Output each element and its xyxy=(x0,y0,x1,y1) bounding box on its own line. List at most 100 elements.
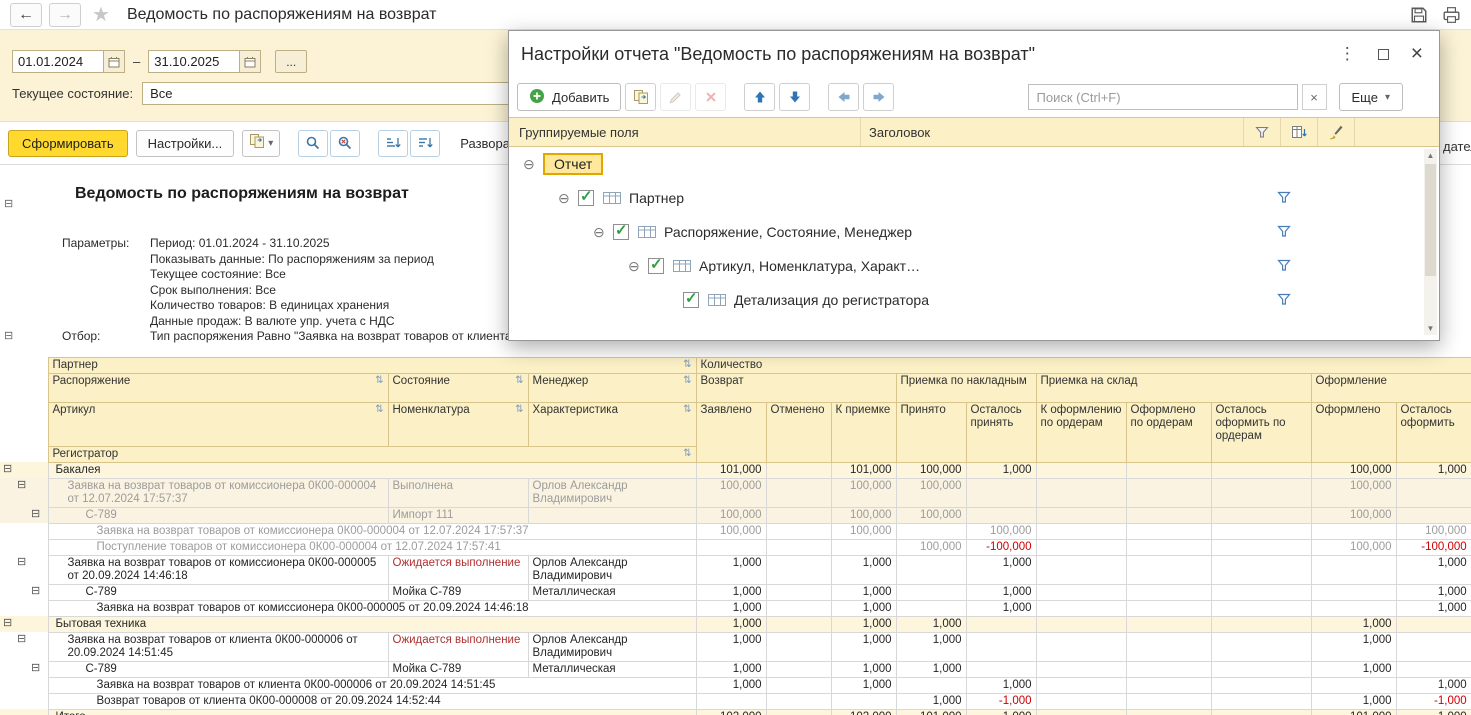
group-fields-icon[interactable] xyxy=(625,83,656,111)
add-button[interactable]: Добавить xyxy=(517,83,621,111)
header-col[interactable]: Отменено xyxy=(766,402,831,462)
conditional-appearance-brush-icon[interactable] xyxy=(1318,118,1355,146)
value-cell[interactable] xyxy=(766,478,831,507)
move-down-icon[interactable] xyxy=(779,83,810,111)
order-name-cell[interactable]: Заявка на возврат товаров от клиента 0К0… xyxy=(48,632,388,661)
value-cell[interactable]: 100,000 xyxy=(896,507,966,523)
article-cell[interactable]: С-789 xyxy=(48,584,388,600)
sort-descending-icon[interactable] xyxy=(410,130,440,157)
value-cell[interactable] xyxy=(1036,507,1126,523)
value-cell[interactable] xyxy=(766,462,831,478)
value-cell[interactable]: 1,000 xyxy=(966,462,1036,478)
value-cell[interactable]: 1,000 xyxy=(696,600,766,616)
value-cell[interactable] xyxy=(1126,462,1211,478)
tree-row[interactable]: ⊖Отчет xyxy=(509,147,1439,181)
value-cell[interactable] xyxy=(766,709,831,715)
state-cell[interactable]: Ожидается выполнение xyxy=(388,555,528,584)
value-cell[interactable] xyxy=(1126,523,1211,539)
value-cell[interactable] xyxy=(1311,600,1396,616)
collapse-expander-icon[interactable]: ⊟ xyxy=(31,585,40,597)
value-cell[interactable]: 102,000 xyxy=(696,709,766,715)
collapse-expander-icon[interactable]: ⊖ xyxy=(558,190,578,207)
value-cell[interactable] xyxy=(1211,523,1311,539)
filter-icon[interactable] xyxy=(1277,293,1291,306)
header-col[interactable]: Оформлено xyxy=(1311,402,1396,462)
value-cell[interactable] xyxy=(1211,600,1311,616)
column-settings-icon[interactable] xyxy=(1281,118,1318,146)
value-cell[interactable] xyxy=(1396,478,1471,507)
header-characteristic[interactable]: ⇅Характеристика xyxy=(528,402,696,446)
checkbox[interactable]: ✓ xyxy=(613,224,629,240)
value-cell[interactable] xyxy=(1396,507,1471,523)
value-cell[interactable]: 1,000 xyxy=(1396,555,1471,584)
grouped-fields-column-header[interactable]: Группируемые поля xyxy=(509,118,861,146)
save-icon[interactable] xyxy=(1410,6,1428,24)
value-cell[interactable] xyxy=(766,616,831,632)
header-col[interactable]: Осталось принять xyxy=(966,402,1036,462)
search-icon[interactable] xyxy=(298,130,328,157)
value-cell[interactable] xyxy=(1036,478,1126,507)
collapse-expander-icon[interactable]: ⊟ xyxy=(17,556,26,568)
value-cell[interactable] xyxy=(766,507,831,523)
collapse-expander-icon[interactable]: ⊟ xyxy=(31,662,40,674)
value-cell[interactable]: 100,000 xyxy=(896,462,966,478)
value-cell[interactable]: 100,000 xyxy=(1396,523,1471,539)
sort-icon[interactable]: ⇅ xyxy=(683,375,691,387)
move-up-icon[interactable] xyxy=(744,83,775,111)
value-cell[interactable] xyxy=(831,693,896,709)
value-cell[interactable]: 100,000 xyxy=(696,507,766,523)
collapse-expander-icon[interactable]: ⊖ xyxy=(593,224,613,241)
filter-icon[interactable] xyxy=(1277,225,1291,238)
value-cell[interactable] xyxy=(1126,584,1211,600)
value-cell[interactable]: 1,000 xyxy=(831,584,896,600)
value-cell[interactable]: 1,000 xyxy=(1396,584,1471,600)
date-from-input[interactable] xyxy=(12,50,104,73)
value-cell[interactable]: 1,000 xyxy=(1311,693,1396,709)
value-cell[interactable] xyxy=(1126,709,1211,715)
value-cell[interactable]: 1,000 xyxy=(896,693,966,709)
value-cell[interactable] xyxy=(896,555,966,584)
value-cell[interactable]: 100,000 xyxy=(896,478,966,507)
header-manager[interactable]: ⇅Менеджер xyxy=(528,373,696,402)
header-nomenclature[interactable]: ⇅Номенклатура xyxy=(388,402,528,446)
filter-icon[interactable] xyxy=(1277,259,1291,272)
article-cell[interactable]: С-789 xyxy=(48,507,388,523)
filter-icon[interactable] xyxy=(1244,118,1281,146)
value-cell[interactable]: 1,000 xyxy=(966,600,1036,616)
value-cell[interactable]: 1,000 xyxy=(896,616,966,632)
scroll-up-icon[interactable]: ▲ xyxy=(1424,151,1437,160)
manager-cell[interactable]: Орлов Александр Владимирович xyxy=(528,478,696,507)
value-cell[interactable] xyxy=(1036,600,1126,616)
manager-cell[interactable]: Орлов Александр Владимирович xyxy=(528,632,696,661)
tree-row[interactable]: ⊖✓Артикул, Номенклатура, Характ… xyxy=(509,249,1439,283)
value-cell[interactable] xyxy=(766,539,831,555)
checkbox[interactable]: ✓ xyxy=(578,190,594,206)
value-cell[interactable]: -100,000 xyxy=(1396,539,1471,555)
value-cell[interactable] xyxy=(1036,632,1126,661)
print-icon[interactable] xyxy=(1442,6,1461,24)
report-variants-button[interactable]: ▾ xyxy=(242,130,280,157)
date-to-input[interactable] xyxy=(148,50,240,73)
value-cell[interactable] xyxy=(1126,693,1211,709)
value-cell[interactable] xyxy=(1211,584,1311,600)
value-cell[interactable] xyxy=(1211,632,1311,661)
value-cell[interactable]: 1,000 xyxy=(1396,600,1471,616)
value-cell[interactable]: 1,000 xyxy=(831,616,896,632)
value-cell[interactable] xyxy=(1036,584,1126,600)
value-cell[interactable] xyxy=(1211,478,1311,507)
value-cell[interactable] xyxy=(1036,462,1126,478)
value-cell[interactable] xyxy=(766,600,831,616)
value-cell[interactable] xyxy=(766,584,831,600)
value-cell[interactable] xyxy=(896,677,966,693)
item-row[interactable]: ⊟С-789Мойка С-789Металлическая1,0001,000… xyxy=(0,661,1471,677)
value-cell[interactable] xyxy=(766,677,831,693)
search-cancel-icon[interactable] xyxy=(330,130,360,157)
maximize-icon[interactable] xyxy=(1378,49,1389,60)
value-cell[interactable] xyxy=(1211,507,1311,523)
value-cell[interactable] xyxy=(1211,661,1311,677)
value-cell[interactable] xyxy=(1311,555,1396,584)
group-name-cell[interactable]: Бытовая техника xyxy=(48,616,696,632)
value-cell[interactable] xyxy=(966,632,1036,661)
value-cell[interactable]: 100,000 xyxy=(896,539,966,555)
tree-row[interactable]: ⊖✓Распоряжение, Состояние, Менеджер xyxy=(509,215,1439,249)
